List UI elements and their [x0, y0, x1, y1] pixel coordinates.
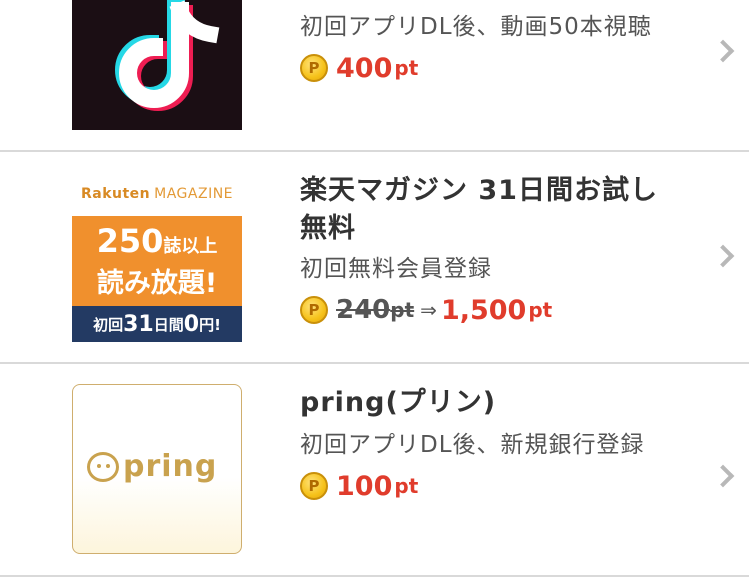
- points-value: 1,500: [440, 294, 527, 326]
- pring-thumbnail: pring: [72, 384, 242, 554]
- points-row: P 240 pt ⇒ 1,500 pt: [300, 292, 679, 328]
- offer-condition: 初回アプリDL後、新規銀行登録: [300, 432, 645, 458]
- points-unit: pt: [394, 56, 419, 80]
- banner-line2: 読み放題!: [96, 268, 218, 299]
- banner-line3: 初回 31 日間 0 円!: [72, 306, 242, 342]
- offer-condition: 初回無料会員登録: [300, 256, 492, 282]
- points-value: 400: [336, 52, 393, 84]
- banner-suffix: 円!: [199, 315, 221, 334]
- old-points-value: 240: [336, 295, 391, 325]
- point-coin-icon: P: [300, 472, 328, 500]
- magazine-brand-text: MAGAZINE: [154, 186, 234, 202]
- offer-row-tiktok[interactable]: 初回アプリDL後、動画50本視聴 P 400 pt: [0, 0, 749, 152]
- tiktok-thumbnail: [72, 0, 242, 130]
- banner-prefix: 初回: [93, 315, 124, 334]
- offer-row-rakuten-magazine[interactable]: Rakuten MAGAZINE 250誌以上 読み放題! 初回 31 日間 0…: [0, 152, 749, 364]
- banner-count: 250: [96, 222, 164, 260]
- offer-condition: 初回アプリDL後、動画50本視聴: [300, 14, 652, 40]
- points-row: P 100 pt: [300, 468, 679, 504]
- chevron-right-icon: [711, 464, 735, 488]
- arrow-icon: ⇒: [420, 298, 437, 322]
- points-unit: pt: [528, 298, 553, 322]
- point-coin-icon: P: [300, 296, 328, 324]
- point-coin-icon: P: [300, 54, 328, 82]
- offer-info: 初回アプリDL後、動画50本視聴 P 400 pt: [300, 10, 679, 86]
- pring-logo: pring: [87, 449, 217, 484]
- chevron-right-icon: [711, 39, 735, 63]
- rakuten-magazine-logo: Rakuten MAGAZINE: [72, 172, 242, 216]
- pring-logo-text: pring: [123, 449, 218, 484]
- pring-bubble-icon: [87, 451, 119, 482]
- offer-title: pring(プリン): [300, 387, 497, 418]
- offer-info: pring(プリン) 初回アプリDL後、新規銀行登録 P 100 pt: [300, 384, 679, 504]
- offer-title: 楽天マガジン 31日間お試し無料: [300, 175, 658, 244]
- offer-row-pring[interactable]: pring pring(プリン) 初回アプリDL後、新規銀行登録 P 100 p…: [0, 364, 749, 577]
- banner-zero: 0: [183, 311, 200, 337]
- banner-mid: 日間: [153, 315, 184, 334]
- rakuten-brand-text: Rakuten: [80, 186, 151, 202]
- banner-line1: 250誌以上: [72, 222, 242, 266]
- rakuten-banner-orange: 250誌以上 読み放題!: [72, 216, 242, 306]
- chevron-right-icon: [711, 244, 735, 268]
- offer-info: 楽天マガジン 31日間お試し無料 初回無料会員登録 P 240 pt ⇒ 1,5…: [300, 172, 679, 328]
- points-value: 100: [336, 470, 393, 502]
- banner-days: 31: [123, 311, 154, 337]
- banner-count-suffix: 誌以上: [163, 236, 218, 257]
- old-points-unit: pt: [390, 298, 415, 322]
- points-unit: pt: [394, 474, 419, 498]
- rakuten-magazine-thumbnail: Rakuten MAGAZINE 250誌以上 読み放題! 初回 31 日間 0…: [72, 172, 242, 342]
- tiktok-logo-icon: [72, 0, 242, 130]
- points-row: P 400 pt: [300, 50, 679, 86]
